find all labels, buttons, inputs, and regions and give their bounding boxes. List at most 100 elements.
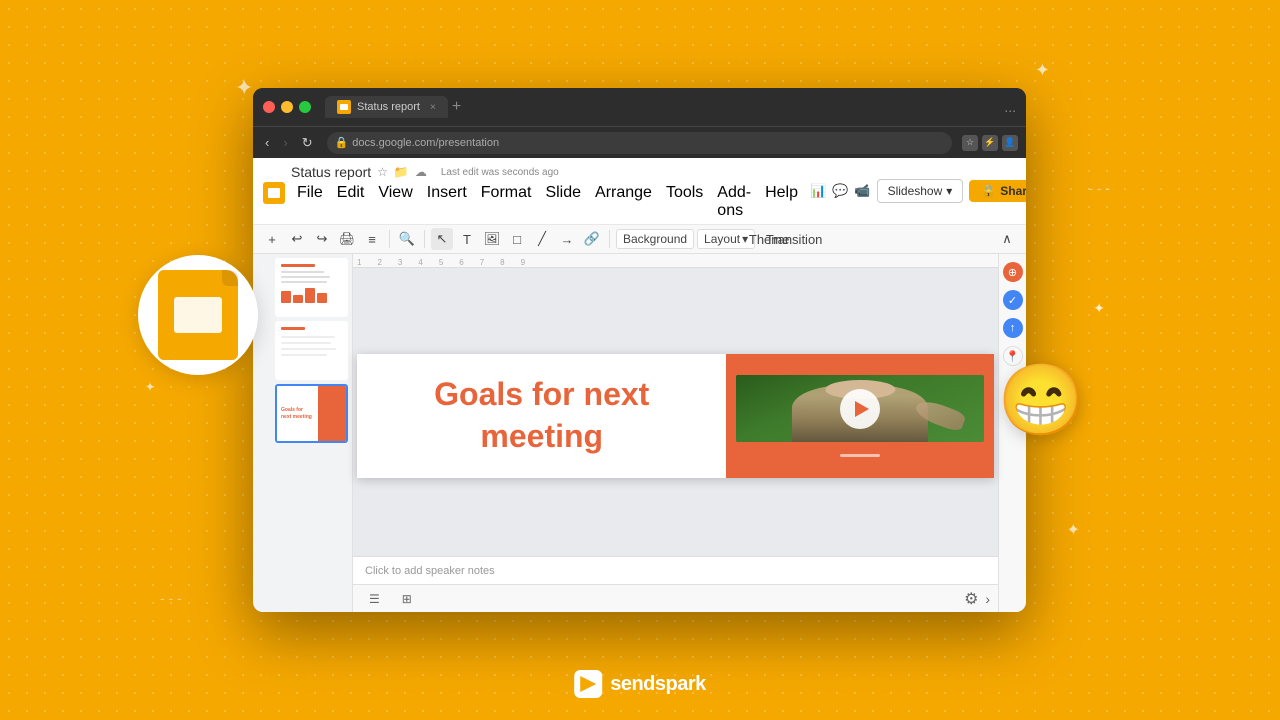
panel-collapse-button[interactable]: ‹ — [352, 415, 353, 451]
link-btn[interactable]: 🔗 — [581, 228, 603, 250]
shape-btn[interactable]: □ — [506, 228, 528, 250]
video-thumbnail[interactable] — [736, 375, 984, 442]
document-title[interactable]: Status report — [291, 164, 371, 180]
browser-more-button[interactable]: ... — [1004, 99, 1016, 115]
slideshow-dropdown-icon[interactable]: ▾ — [946, 184, 952, 198]
sparkle-icon: ✦ — [145, 380, 155, 394]
video-play-button[interactable] — [840, 389, 880, 429]
bottom-left-controls: ☰ ⊞ — [361, 590, 420, 608]
share-button[interactable]: 🔒 Share — [969, 180, 1026, 202]
rp-btn-2[interactable]: ✓ — [1003, 290, 1023, 310]
forward-button[interactable]: › — [279, 133, 291, 152]
tab-close-button[interactable]: × — [430, 102, 436, 113]
menu-edit[interactable]: Edit — [331, 182, 371, 222]
settings-button[interactable]: ⚙ — [961, 589, 981, 609]
slide-thumb-8[interactable]: 8 — [257, 321, 348, 380]
extensions-icon[interactable]: ⚡ — [982, 135, 998, 151]
slides-content: 7 — [253, 254, 1026, 612]
sendspark-logo-play — [580, 676, 596, 692]
slide-thumb-content-8[interactable] — [275, 321, 348, 380]
right-actions: 📊 💬 📹 Slideshow ▾ 🔒 Share U — [810, 178, 1026, 208]
traffic-light-close[interactable] — [263, 101, 275, 113]
arrow-btn[interactable]: → — [556, 228, 578, 250]
slide-thumb-9[interactable]: 9 Goals for next meeting — [257, 384, 348, 443]
thumb-goals-text: Goals for next meeting — [281, 407, 314, 420]
add-slide-btn[interactable]: + — [261, 228, 283, 250]
bookmarks-icon[interactable]: ☆ — [962, 135, 978, 151]
sendspark-logo — [574, 670, 602, 698]
slides-toolbar: + ↩ ↪ 🖨 ≡ 🔍 ↖ T 🖼 □ ╱ → 🔗 Background Lay… — [253, 225, 1026, 254]
slides-app-icon-small — [263, 182, 285, 204]
new-tab-button[interactable]: + — [452, 98, 461, 116]
slide-thumb-content-9[interactable]: Goals for next meeting — [275, 384, 348, 443]
address-bar[interactable]: 🔒 docs.google.com/presentation — [327, 132, 952, 154]
zoom-btn[interactable]: 🔍 — [396, 228, 418, 250]
browser-window: Status report × + ... ‹ › ↻ 🔒 docs.googl… — [253, 88, 1026, 612]
format-options-btn[interactable]: ≡ — [361, 228, 383, 250]
notes-area[interactable]: Click to add speaker notes — [353, 556, 998, 584]
menu-insert[interactable]: Insert — [421, 182, 473, 222]
transition-btn[interactable]: Transition — [783, 228, 805, 250]
address-text: docs.google.com/presentation — [352, 137, 499, 149]
last-edit-text: Last edit was seconds ago — [441, 167, 559, 178]
toolbar-divider — [609, 230, 610, 248]
layout-dropdown[interactable]: Layout ▾ — [697, 229, 755, 249]
grinning-emoji: 😁 — [998, 360, 1085, 442]
slide-content: Goals for nextmeeting — [357, 354, 994, 477]
grid-view-button[interactable]: ⊞ — [394, 590, 420, 608]
text-btn[interactable]: T — [456, 228, 478, 250]
traffic-light-maximize[interactable] — [299, 101, 311, 113]
slides-bottom-bar: ☰ ⊞ ⚙ › — [353, 584, 998, 612]
slide-canvas[interactable]: Goals for nextmeeting — [357, 354, 994, 477]
menu-help[interactable]: Help — [759, 182, 804, 222]
comment-icon[interactable]: 💬 — [832, 183, 848, 199]
menu-file[interactable]: File — [291, 182, 329, 222]
dash-decoration: - - - — [1088, 180, 1110, 196]
sendspark-brand: sendspark — [574, 670, 706, 698]
tab-title: Status report — [357, 101, 420, 113]
sparkle-icon: ✦ — [235, 75, 253, 101]
collapse-toolbar-btn[interactable]: ∧ — [996, 228, 1018, 250]
sparkle-icon: ✦ — [1067, 520, 1080, 540]
undo-btn[interactable]: ↩ — [286, 228, 308, 250]
refresh-button[interactable]: ↻ — [298, 133, 317, 153]
expand-button[interactable]: › — [985, 591, 990, 607]
star-icon[interactable]: ☆ — [377, 165, 388, 179]
list-view-button[interactable]: ☰ — [361, 590, 388, 608]
slides-app: Status report ☆ 📁 ☁ Last edit was second… — [253, 158, 1026, 612]
background-label: Background — [623, 232, 687, 246]
redo-btn[interactable]: ↪ — [311, 228, 333, 250]
video-call-icon[interactable]: 📹 — [854, 183, 870, 199]
back-button[interactable]: ‹ — [261, 133, 273, 152]
slide-canvas-container: Goals for nextmeeting — [353, 272, 998, 556]
thumb-orange-area — [318, 386, 346, 441]
menu-slide[interactable]: Slide — [539, 182, 587, 222]
cursor-btn[interactable]: ↖ — [431, 228, 453, 250]
layout-arrow: ▾ — [742, 232, 748, 246]
rp-btn-3[interactable]: ↑ — [1003, 318, 1023, 338]
tab-bar: Status report × + — [325, 96, 998, 118]
chart-icon[interactable]: 📊 — [810, 183, 826, 199]
slideshow-button[interactable]: Slideshow ▾ — [877, 179, 964, 203]
active-tab[interactable]: Status report × — [325, 96, 448, 118]
menu-arrange[interactable]: Arrange — [589, 182, 658, 222]
folder-icon[interactable]: 📁 — [394, 165, 409, 179]
menu-view[interactable]: View — [372, 182, 418, 222]
slide-goals-text: Goals for nextmeeting — [434, 374, 649, 457]
dash-decoration: - - - — [160, 590, 182, 606]
background-dropdown[interactable]: Background — [616, 229, 694, 249]
menu-format[interactable]: Format — [475, 182, 538, 222]
line-btn[interactable]: ╱ — [531, 228, 553, 250]
cloud-icon: ☁ — [415, 165, 427, 179]
menu-tools[interactable]: Tools — [660, 182, 709, 222]
print-btn[interactable]: 🖨 — [336, 228, 358, 250]
rp-btn-1[interactable]: ⊕ — [1003, 262, 1023, 282]
traffic-light-minimize[interactable] — [281, 101, 293, 113]
slide-thumb-content-7[interactable] — [275, 258, 348, 317]
image-btn[interactable]: 🖼 — [481, 228, 503, 250]
nav-icons-group: ☆ ⚡ 👤 — [962, 135, 1018, 151]
slides-big-icon-inner — [174, 297, 222, 333]
profile-icon[interactable]: 👤 — [1002, 135, 1018, 151]
menu-addons[interactable]: Add-ons — [711, 182, 757, 222]
slide-thumb-7[interactable]: 7 — [257, 258, 348, 317]
